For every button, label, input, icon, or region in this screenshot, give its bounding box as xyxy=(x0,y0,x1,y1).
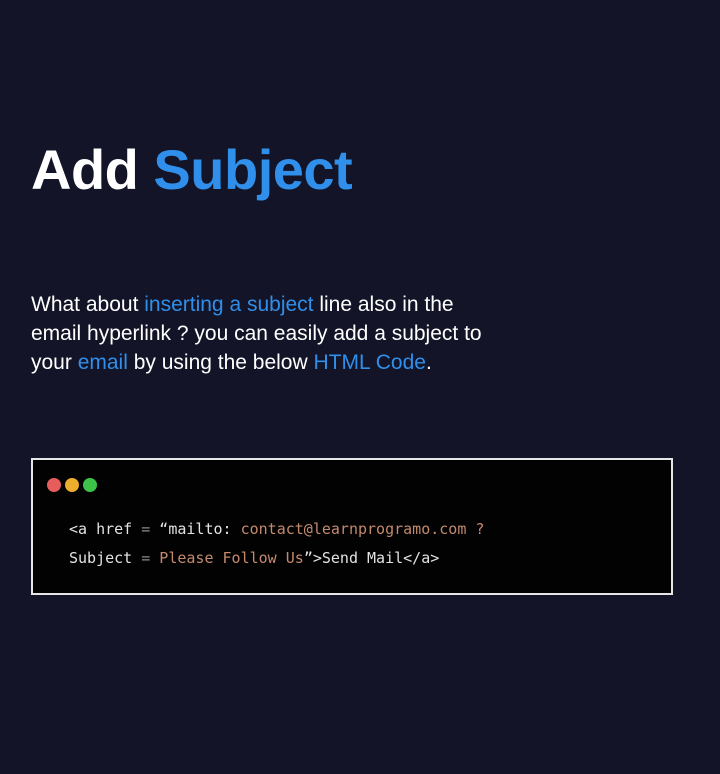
code-subject-key: Subject xyxy=(69,549,142,567)
green-dot-icon xyxy=(83,478,97,492)
code-block: <a href = “mailto: contact@learnprogramo… xyxy=(69,515,484,573)
desc-text-1: What about xyxy=(31,293,145,316)
description-text: What about inserting a subject line also… xyxy=(31,290,501,377)
desc-highlight-email: email xyxy=(77,351,128,374)
yellow-dot-icon xyxy=(65,478,79,492)
title-word-add: Add xyxy=(31,138,139,201)
code-line-2: Subject = Please Follow Us”>Send Mail</a… xyxy=(69,544,484,573)
code-tag-close: ”>Send Mail</a> xyxy=(303,549,440,567)
code-equals: = xyxy=(141,520,151,538)
code-equals: = xyxy=(141,549,151,567)
title-word-subject: Subject xyxy=(153,138,353,201)
code-subject-value: Please Follow Us xyxy=(150,549,304,567)
red-dot-icon xyxy=(47,478,61,492)
page-title: Add Subject xyxy=(31,138,353,202)
code-window: <a href = “mailto: contact@learnprogramo… xyxy=(31,458,673,595)
desc-highlight-inserting-subject: inserting a subject xyxy=(144,293,314,316)
desc-highlight-html-code: HTML Code xyxy=(313,351,426,374)
code-mailto: “mailto: xyxy=(150,520,241,538)
window-controls xyxy=(47,478,97,492)
desc-text-3: by using the below xyxy=(127,351,314,374)
desc-text-4: . xyxy=(425,351,432,374)
code-line-1: <a href = “mailto: contact@learnprogramo… xyxy=(69,515,484,544)
code-email-address: contact@learnprogramo.com ? xyxy=(240,520,485,538)
code-tag-open: <a href xyxy=(69,520,142,538)
